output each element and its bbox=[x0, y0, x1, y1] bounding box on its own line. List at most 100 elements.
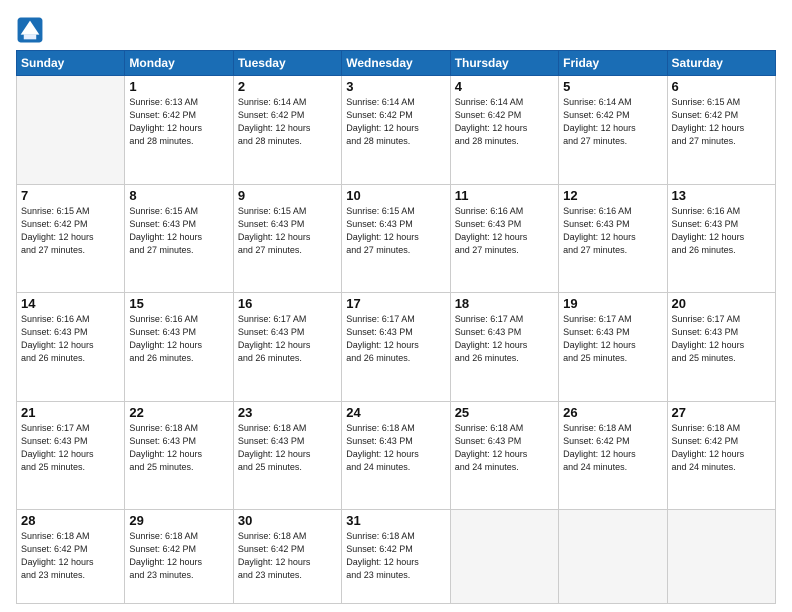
calendar-header-row: SundayMondayTuesdayWednesdayThursdayFrid… bbox=[17, 51, 776, 76]
calendar-cell: 9 Sunrise: 6:15 AM Sunset: 6:43 PM Daylig… bbox=[233, 184, 341, 293]
day-number: 11 bbox=[455, 188, 554, 203]
calendar-cell: 30Sunrise: 6:18 AM Sunset: 6:42 PM Dayli… bbox=[233, 510, 341, 604]
calendar-cell: 2Sunrise: 6:14 AM Sunset: 6:42 PM Daylig… bbox=[233, 76, 341, 185]
calendar-header-monday: Monday bbox=[125, 51, 233, 76]
day-info: Sunrise: 6:14 AM Sunset: 6:42 PM Dayligh… bbox=[238, 96, 337, 148]
day-info: Sunrise: 6:16 AM Sunset: 6:43 PM Dayligh… bbox=[21, 313, 120, 365]
day-number: 30 bbox=[238, 513, 337, 528]
day-info: Sunrise: 6:14 AM Sunset: 6:42 PM Dayligh… bbox=[455, 96, 554, 148]
calendar-cell: 21 Sunrise: 6:17 AM Sunset: 6:43 PM Dayli… bbox=[17, 401, 125, 510]
day-number: 6 bbox=[672, 79, 771, 94]
calendar-cell: 24 Sunrise: 6:18 AM Sunset: 6:43 PM Dayli… bbox=[342, 401, 450, 510]
logo bbox=[16, 16, 48, 44]
day-number: 31 bbox=[346, 513, 445, 528]
day-number: 24 bbox=[346, 405, 445, 420]
day-number: 15 bbox=[129, 296, 228, 311]
day-info: Sunrise: 6:15 AM Sunset: 6:42 PM Dayligh… bbox=[21, 205, 120, 257]
calendar-cell: 22Sunrise: 6:18 AM Sunset: 6:43 PM Dayli… bbox=[125, 401, 233, 510]
calendar-cell: 12 Sunrise: 6:16 AM Sunset: 6:43 PM Dayli… bbox=[559, 184, 667, 293]
calendar-cell: 18 Sunrise: 6:17 AM Sunset: 6:43 PM Dayli… bbox=[450, 293, 558, 402]
calendar-cell: 5Sunrise: 6:14 AM Sunset: 6:42 PM Daylig… bbox=[559, 76, 667, 185]
day-info: Sunrise: 6:15 AM Sunset: 6:43 PM Dayligh… bbox=[346, 205, 445, 257]
day-info: Sunrise: 6:16 AM Sunset: 6:43 PM Dayligh… bbox=[672, 205, 771, 257]
day-info: Sunrise: 6:15 AM Sunset: 6:43 PM Dayligh… bbox=[238, 205, 337, 257]
day-info: Sunrise: 6:18 AM Sunset: 6:42 PM Dayligh… bbox=[672, 422, 771, 474]
day-info: Sunrise: 6:16 AM Sunset: 6:43 PM Dayligh… bbox=[455, 205, 554, 257]
day-info: Sunrise: 6:14 AM Sunset: 6:42 PM Dayligh… bbox=[346, 96, 445, 148]
day-info: Sunrise: 6:17 AM Sunset: 6:43 PM Dayligh… bbox=[455, 313, 554, 365]
calendar-cell bbox=[17, 76, 125, 185]
calendar-cell: 28 Sunrise: 6:18 AM Sunset: 6:42 PM Dayli… bbox=[17, 510, 125, 604]
day-number: 13 bbox=[672, 188, 771, 203]
calendar-cell: 23 Sunrise: 6:18 AM Sunset: 6:43 PM Dayli… bbox=[233, 401, 341, 510]
calendar-header-tuesday: Tuesday bbox=[233, 51, 341, 76]
day-info: Sunrise: 6:15 AM Sunset: 6:42 PM Dayligh… bbox=[672, 96, 771, 148]
day-info: Sunrise: 6:17 AM Sunset: 6:43 PM Dayligh… bbox=[238, 313, 337, 365]
calendar-cell: 15 Sunrise: 6:16 AM Sunset: 6:43 PM Dayli… bbox=[125, 293, 233, 402]
day-number: 23 bbox=[238, 405, 337, 420]
calendar-cell: 29 Sunrise: 6:18 AM Sunset: 6:42 PM Dayli… bbox=[125, 510, 233, 604]
calendar-week-3: 21 Sunrise: 6:17 AM Sunset: 6:43 PM Dayli… bbox=[17, 401, 776, 510]
day-number: 25 bbox=[455, 405, 554, 420]
day-info: Sunrise: 6:14 AM Sunset: 6:42 PM Dayligh… bbox=[563, 96, 662, 148]
calendar-week-2: 14Sunrise: 6:16 AM Sunset: 6:43 PM Dayli… bbox=[17, 293, 776, 402]
calendar-cell: 31 Sunrise: 6:18 AM Sunset: 6:42 PM Dayli… bbox=[342, 510, 450, 604]
day-number: 26 bbox=[563, 405, 662, 420]
calendar-table: SundayMondayTuesdayWednesdayThursdayFrid… bbox=[16, 50, 776, 604]
calendar-header-sunday: Sunday bbox=[17, 51, 125, 76]
calendar-cell: 8 Sunrise: 6:15 AM Sunset: 6:43 PM Daylig… bbox=[125, 184, 233, 293]
day-info: Sunrise: 6:18 AM Sunset: 6:42 PM Dayligh… bbox=[346, 530, 445, 582]
calendar-cell: 19Sunrise: 6:17 AM Sunset: 6:43 PM Dayli… bbox=[559, 293, 667, 402]
calendar-cell: 14Sunrise: 6:16 AM Sunset: 6:43 PM Dayli… bbox=[17, 293, 125, 402]
calendar-cell: 3 Sunrise: 6:14 AM Sunset: 6:42 PM Daylig… bbox=[342, 76, 450, 185]
calendar-cell: 27Sunrise: 6:18 AM Sunset: 6:42 PM Dayli… bbox=[667, 401, 775, 510]
day-number: 9 bbox=[238, 188, 337, 203]
calendar-cell bbox=[667, 510, 775, 604]
day-info: Sunrise: 6:16 AM Sunset: 6:43 PM Dayligh… bbox=[563, 205, 662, 257]
day-number: 21 bbox=[21, 405, 120, 420]
calendar-cell: 7 Sunrise: 6:15 AM Sunset: 6:42 PM Daylig… bbox=[17, 184, 125, 293]
day-info: Sunrise: 6:13 AM Sunset: 6:42 PM Dayligh… bbox=[129, 96, 228, 148]
calendar-cell: 17 Sunrise: 6:17 AM Sunset: 6:43 PM Dayli… bbox=[342, 293, 450, 402]
calendar-header-wednesday: Wednesday bbox=[342, 51, 450, 76]
day-info: Sunrise: 6:18 AM Sunset: 6:43 PM Dayligh… bbox=[455, 422, 554, 474]
page: SundayMondayTuesdayWednesdayThursdayFrid… bbox=[0, 0, 792, 612]
calendar-cell: 20Sunrise: 6:17 AM Sunset: 6:43 PM Dayli… bbox=[667, 293, 775, 402]
logo-icon bbox=[16, 16, 44, 44]
day-info: Sunrise: 6:18 AM Sunset: 6:42 PM Dayligh… bbox=[129, 530, 228, 582]
day-info: Sunrise: 6:17 AM Sunset: 6:43 PM Dayligh… bbox=[21, 422, 120, 474]
calendar-cell: 13 Sunrise: 6:16 AM Sunset: 6:43 PM Dayli… bbox=[667, 184, 775, 293]
calendar-cell: 26 Sunrise: 6:18 AM Sunset: 6:42 PM Dayli… bbox=[559, 401, 667, 510]
day-info: Sunrise: 6:18 AM Sunset: 6:43 PM Dayligh… bbox=[238, 422, 337, 474]
day-number: 22 bbox=[129, 405, 228, 420]
calendar-header-thursday: Thursday bbox=[450, 51, 558, 76]
calendar-cell bbox=[559, 510, 667, 604]
day-number: 4 bbox=[455, 79, 554, 94]
calendar-cell: 16Sunrise: 6:17 AM Sunset: 6:43 PM Dayli… bbox=[233, 293, 341, 402]
day-info: Sunrise: 6:15 AM Sunset: 6:43 PM Dayligh… bbox=[129, 205, 228, 257]
day-info: Sunrise: 6:16 AM Sunset: 6:43 PM Dayligh… bbox=[129, 313, 228, 365]
calendar-cell bbox=[450, 510, 558, 604]
day-number: 1 bbox=[129, 79, 228, 94]
day-number: 3 bbox=[346, 79, 445, 94]
day-number: 29 bbox=[129, 513, 228, 528]
day-info: Sunrise: 6:18 AM Sunset: 6:43 PM Dayligh… bbox=[346, 422, 445, 474]
day-number: 19 bbox=[563, 296, 662, 311]
day-info: Sunrise: 6:18 AM Sunset: 6:42 PM Dayligh… bbox=[21, 530, 120, 582]
day-number: 18 bbox=[455, 296, 554, 311]
header bbox=[16, 16, 776, 44]
day-info: Sunrise: 6:17 AM Sunset: 6:43 PM Dayligh… bbox=[346, 313, 445, 365]
calendar-header-saturday: Saturday bbox=[667, 51, 775, 76]
calendar-week-0: 1 Sunrise: 6:13 AM Sunset: 6:42 PM Daylig… bbox=[17, 76, 776, 185]
calendar-week-4: 28 Sunrise: 6:18 AM Sunset: 6:42 PM Dayli… bbox=[17, 510, 776, 604]
day-number: 17 bbox=[346, 296, 445, 311]
day-number: 8 bbox=[129, 188, 228, 203]
calendar-header-friday: Friday bbox=[559, 51, 667, 76]
day-info: Sunrise: 6:18 AM Sunset: 6:42 PM Dayligh… bbox=[563, 422, 662, 474]
calendar-cell: 10Sunrise: 6:15 AM Sunset: 6:43 PM Dayli… bbox=[342, 184, 450, 293]
day-number: 7 bbox=[21, 188, 120, 203]
day-number: 12 bbox=[563, 188, 662, 203]
day-number: 28 bbox=[21, 513, 120, 528]
calendar-cell: 1 Sunrise: 6:13 AM Sunset: 6:42 PM Daylig… bbox=[125, 76, 233, 185]
calendar-week-1: 7 Sunrise: 6:15 AM Sunset: 6:42 PM Daylig… bbox=[17, 184, 776, 293]
